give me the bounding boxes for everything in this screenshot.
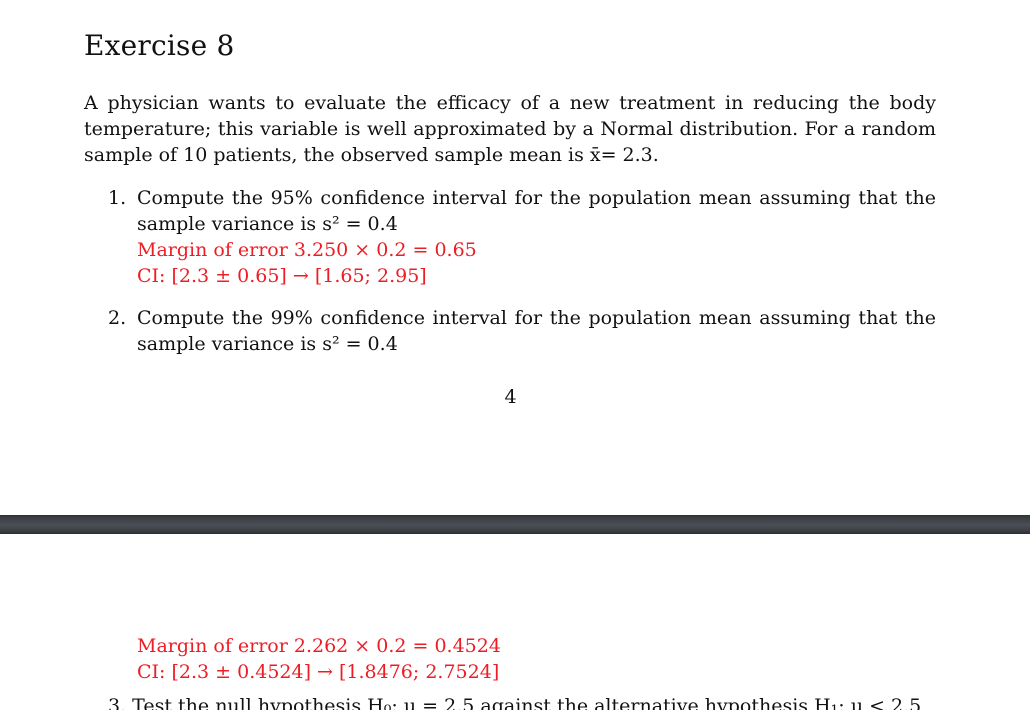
exercise-title: Exercise 8 bbox=[84, 29, 235, 62]
question-item-1: 1. Compute the 95% confidence interval f… bbox=[108, 185, 936, 289]
question-text-1: Compute the 95% confidence interval for … bbox=[137, 187, 936, 235]
exercise-statement: A physician wants to evaluate the effica… bbox=[84, 92, 936, 166]
answer-margin-of-error-2: Margin of error 2.262 × 0.2 = 0.4524 bbox=[137, 635, 501, 657]
question-text-2: Compute the 99% confidence interval for … bbox=[137, 307, 936, 355]
answer-margin-of-error-1: Margin of error 3.250 × 0.2 = 0.65 bbox=[137, 239, 477, 261]
question-number-1: 1. bbox=[108, 187, 127, 209]
page-number: 4 bbox=[504, 386, 517, 408]
question-item-2: 2. Compute the 99% confidence interval f… bbox=[108, 305, 936, 357]
page-separator bbox=[0, 515, 1030, 534]
answer-block-2: Margin of error 2.262 × 0.2 = 0.4524 CI:… bbox=[137, 633, 501, 685]
question-number-2: 2. bbox=[108, 307, 127, 329]
document-page-4: Exercise 8 A physician wants to evaluate… bbox=[0, 0, 1030, 515]
answer-confidence-interval-1: CI: [2.3 ± 0.65] → [1.65; 2.95] bbox=[137, 265, 427, 287]
question-item-3-partial: 3. Test the null hypothesis H₀: μ = 2.5 … bbox=[108, 695, 922, 710]
answer-confidence-interval-2: CI: [2.3 ± 0.4524] → [1.8476; 2.7524] bbox=[137, 661, 500, 683]
